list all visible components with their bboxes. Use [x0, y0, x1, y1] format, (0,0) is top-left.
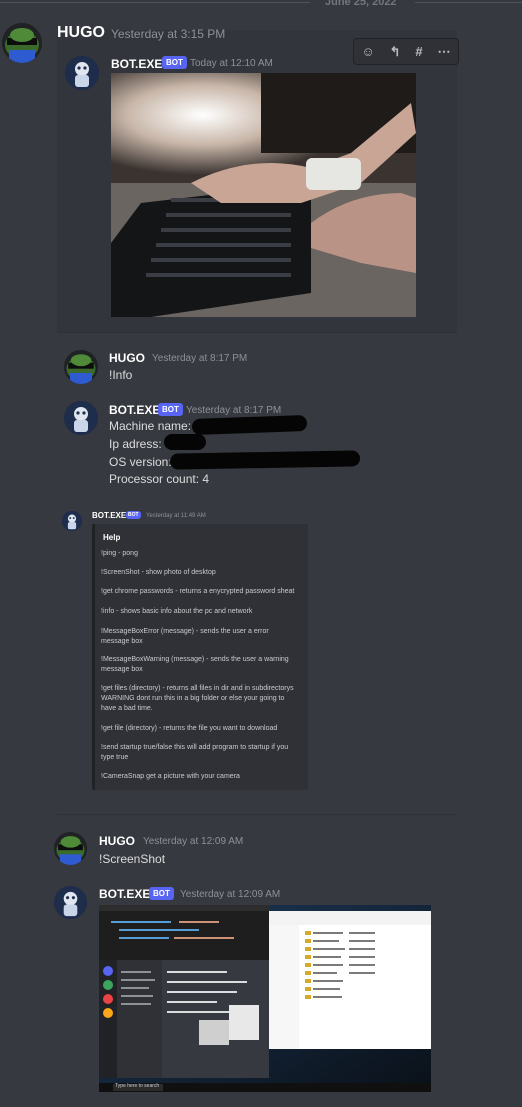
bot-author-name[interactable]: BOT.EXE: [92, 511, 126, 520]
bot-author-name[interactable]: BOT.EXE: [111, 57, 162, 71]
bot-tag: BOT: [162, 56, 187, 69]
embed-item: !get file (directory) - returns the file…: [101, 725, 278, 732]
webcam-image[interactable]: [111, 73, 416, 317]
add-reaction-icon[interactable]: ☺: [361, 44, 374, 59]
bot-timestamp: Yesterday at 8:17 PM: [186, 405, 282, 416]
timestamp: Yesterday at 3:15 PM: [111, 27, 226, 41]
message-text: !Info: [109, 368, 133, 382]
date-divider: June 25, 2022: [0, 0, 522, 10]
info-line-ip: Ip adress:: [109, 437, 162, 451]
bot-timestamp: Yesterday at 12:09 AM: [180, 889, 281, 900]
embed-item: !MessageBoxError (message) - sends the u…: [101, 628, 269, 645]
embed-item: !MessageBoxWarning (message) - sends the…: [101, 656, 289, 673]
author-name[interactable]: HUGO: [109, 351, 145, 365]
embed-item: !ping - pong: [101, 550, 138, 557]
bot-tag: BOT: [158, 403, 183, 416]
message-toolbar: ☺ ↰ # ⋯: [353, 38, 459, 65]
more-icon[interactable]: ⋯: [438, 44, 451, 60]
info-line-cpu: Processor count: 4: [109, 472, 210, 486]
embed-item: !info - shows basic info about the pc an…: [101, 608, 253, 615]
redaction-mark: [169, 450, 361, 470]
help-embed: Help !ping - pong !ScreenShot - show pho…: [92, 524, 308, 790]
embed-item: !get chrome passwords - returns a enycry…: [101, 588, 295, 595]
bot-avatar[interactable]: [65, 56, 99, 90]
reply-icon[interactable]: ↰: [390, 44, 401, 60]
author-name[interactable]: HUGO: [99, 834, 135, 848]
bot-author-name[interactable]: BOT.EXE: [99, 887, 150, 901]
bot-timestamp: Today at 12:10 AM: [190, 58, 273, 69]
avatar[interactable]: [64, 350, 98, 384]
create-thread-icon[interactable]: #: [415, 44, 422, 59]
bot-avatar[interactable]: [54, 886, 87, 919]
timestamp: Yesterday at 12:09 AM: [143, 836, 244, 847]
redaction-mark: [164, 434, 206, 450]
embed-item: !CameraSnap get a picture with your came…: [101, 773, 240, 780]
embed-item: !get files (directory) - returns all fil…: [101, 685, 294, 712]
bot-tag: BOT: [149, 887, 174, 900]
embed-item: !ScreenShot - show photo of desktop: [101, 569, 216, 576]
bot-timestamp: Yesterday at 11:49 AM: [146, 513, 206, 519]
info-line-machine: Machine name:: [109, 419, 192, 433]
message-text: !ScreenShot: [99, 852, 166, 866]
redaction-mark: [191, 414, 308, 436]
info-line-os: OS version:: [109, 455, 172, 469]
embed-item: !send startup true/false this will add p…: [101, 744, 289, 761]
taskbar-search: Type here to search: [115, 1083, 160, 1089]
avatar[interactable]: [2, 23, 42, 63]
author-name[interactable]: HUGO: [57, 24, 105, 42]
desktop-screenshot[interactable]: Type here to search: [99, 905, 431, 1092]
bot-avatar[interactable]: [64, 401, 98, 435]
bot-author-name[interactable]: BOT.EXE: [109, 403, 160, 417]
bot-tag: BOT: [126, 511, 141, 519]
bot-avatar[interactable]: [62, 511, 82, 531]
avatar[interactable]: [54, 832, 87, 865]
timestamp: Yesterday at 8:17 PM: [152, 353, 248, 364]
embed-title: Help: [103, 533, 121, 542]
date-divider-label: June 25, 2022: [325, 0, 397, 8]
